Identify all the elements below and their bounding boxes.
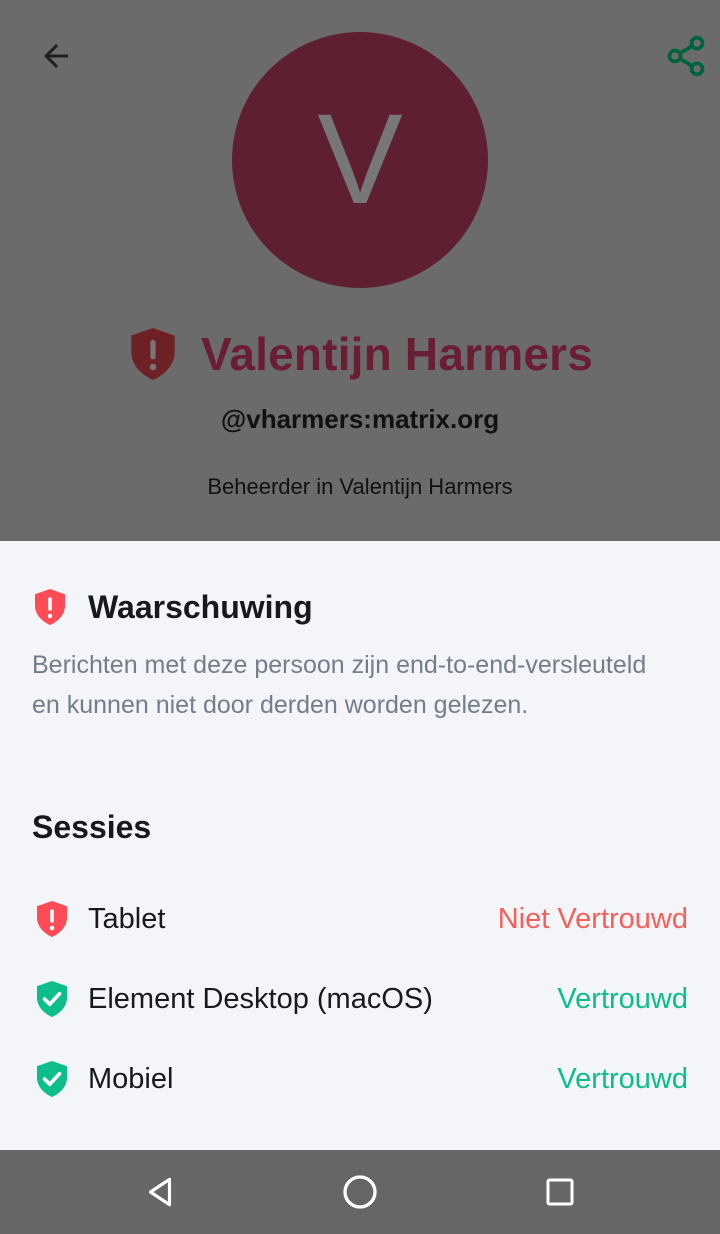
nav-recents-icon <box>546 1178 574 1206</box>
user-id: @vharmers:matrix.org <box>220 404 500 434</box>
avatar-letter: V <box>317 88 403 231</box>
session-name: Tablet <box>88 902 166 935</box>
nav-back-icon <box>148 1177 172 1207</box>
nav-home-button[interactable] <box>330 1162 390 1222</box>
nav-back-button[interactable] <box>130 1162 190 1222</box>
session-row-mobiel[interactable]: Mobiel Vertrouwd <box>32 1049 688 1109</box>
verification-bottom-sheet: Waarschuwing Berichten met deze persoon … <box>0 541 720 1150</box>
warning-description: Berichten met deze persoon zijn end-to-e… <box>32 651 647 719</box>
sessions-heading: Sessies <box>32 809 152 845</box>
session-status: Niet Vertrouwd <box>497 902 688 935</box>
session-status: Vertrouwd <box>557 1062 688 1095</box>
power-level-label: Beheerder in Valentijn Harmers <box>207 474 513 499</box>
session-row-element-desktop[interactable]: Element Desktop (macOS) Vertrouwd <box>32 969 688 1029</box>
nav-home-icon <box>343 1175 377 1209</box>
display-name-row: Valentijn Harmers <box>0 322 720 386</box>
warning-title: Waarschuwing <box>88 588 313 625</box>
share-button[interactable] <box>654 24 718 88</box>
session-name: Mobiel <box>88 1062 174 1095</box>
nav-recents-button[interactable] <box>530 1162 590 1222</box>
back-button[interactable] <box>26 26 86 86</box>
arrow-left-icon <box>44 44 68 68</box>
shield-warning-icon <box>131 328 175 380</box>
display-name: Valentijn Harmers <box>200 328 594 380</box>
shield-check-icon <box>32 979 72 1019</box>
session-row-tablet[interactable]: Tablet Niet Vertrouwd <box>32 889 688 949</box>
shield-warning-icon <box>32 899 72 939</box>
profile-header: V Valentijn Harmers @vharmers:matrix.org… <box>0 0 720 541</box>
shield-warning-icon <box>35 589 65 625</box>
share-icon <box>667 35 705 77</box>
warning-header: Waarschuwing <box>32 587 313 627</box>
session-name: Element Desktop (macOS) <box>88 982 433 1015</box>
avatar[interactable]: V <box>232 32 488 288</box>
shield-check-icon <box>32 1059 72 1099</box>
session-status: Vertrouwd <box>557 982 688 1015</box>
system-navigation-bar <box>0 1150 720 1234</box>
